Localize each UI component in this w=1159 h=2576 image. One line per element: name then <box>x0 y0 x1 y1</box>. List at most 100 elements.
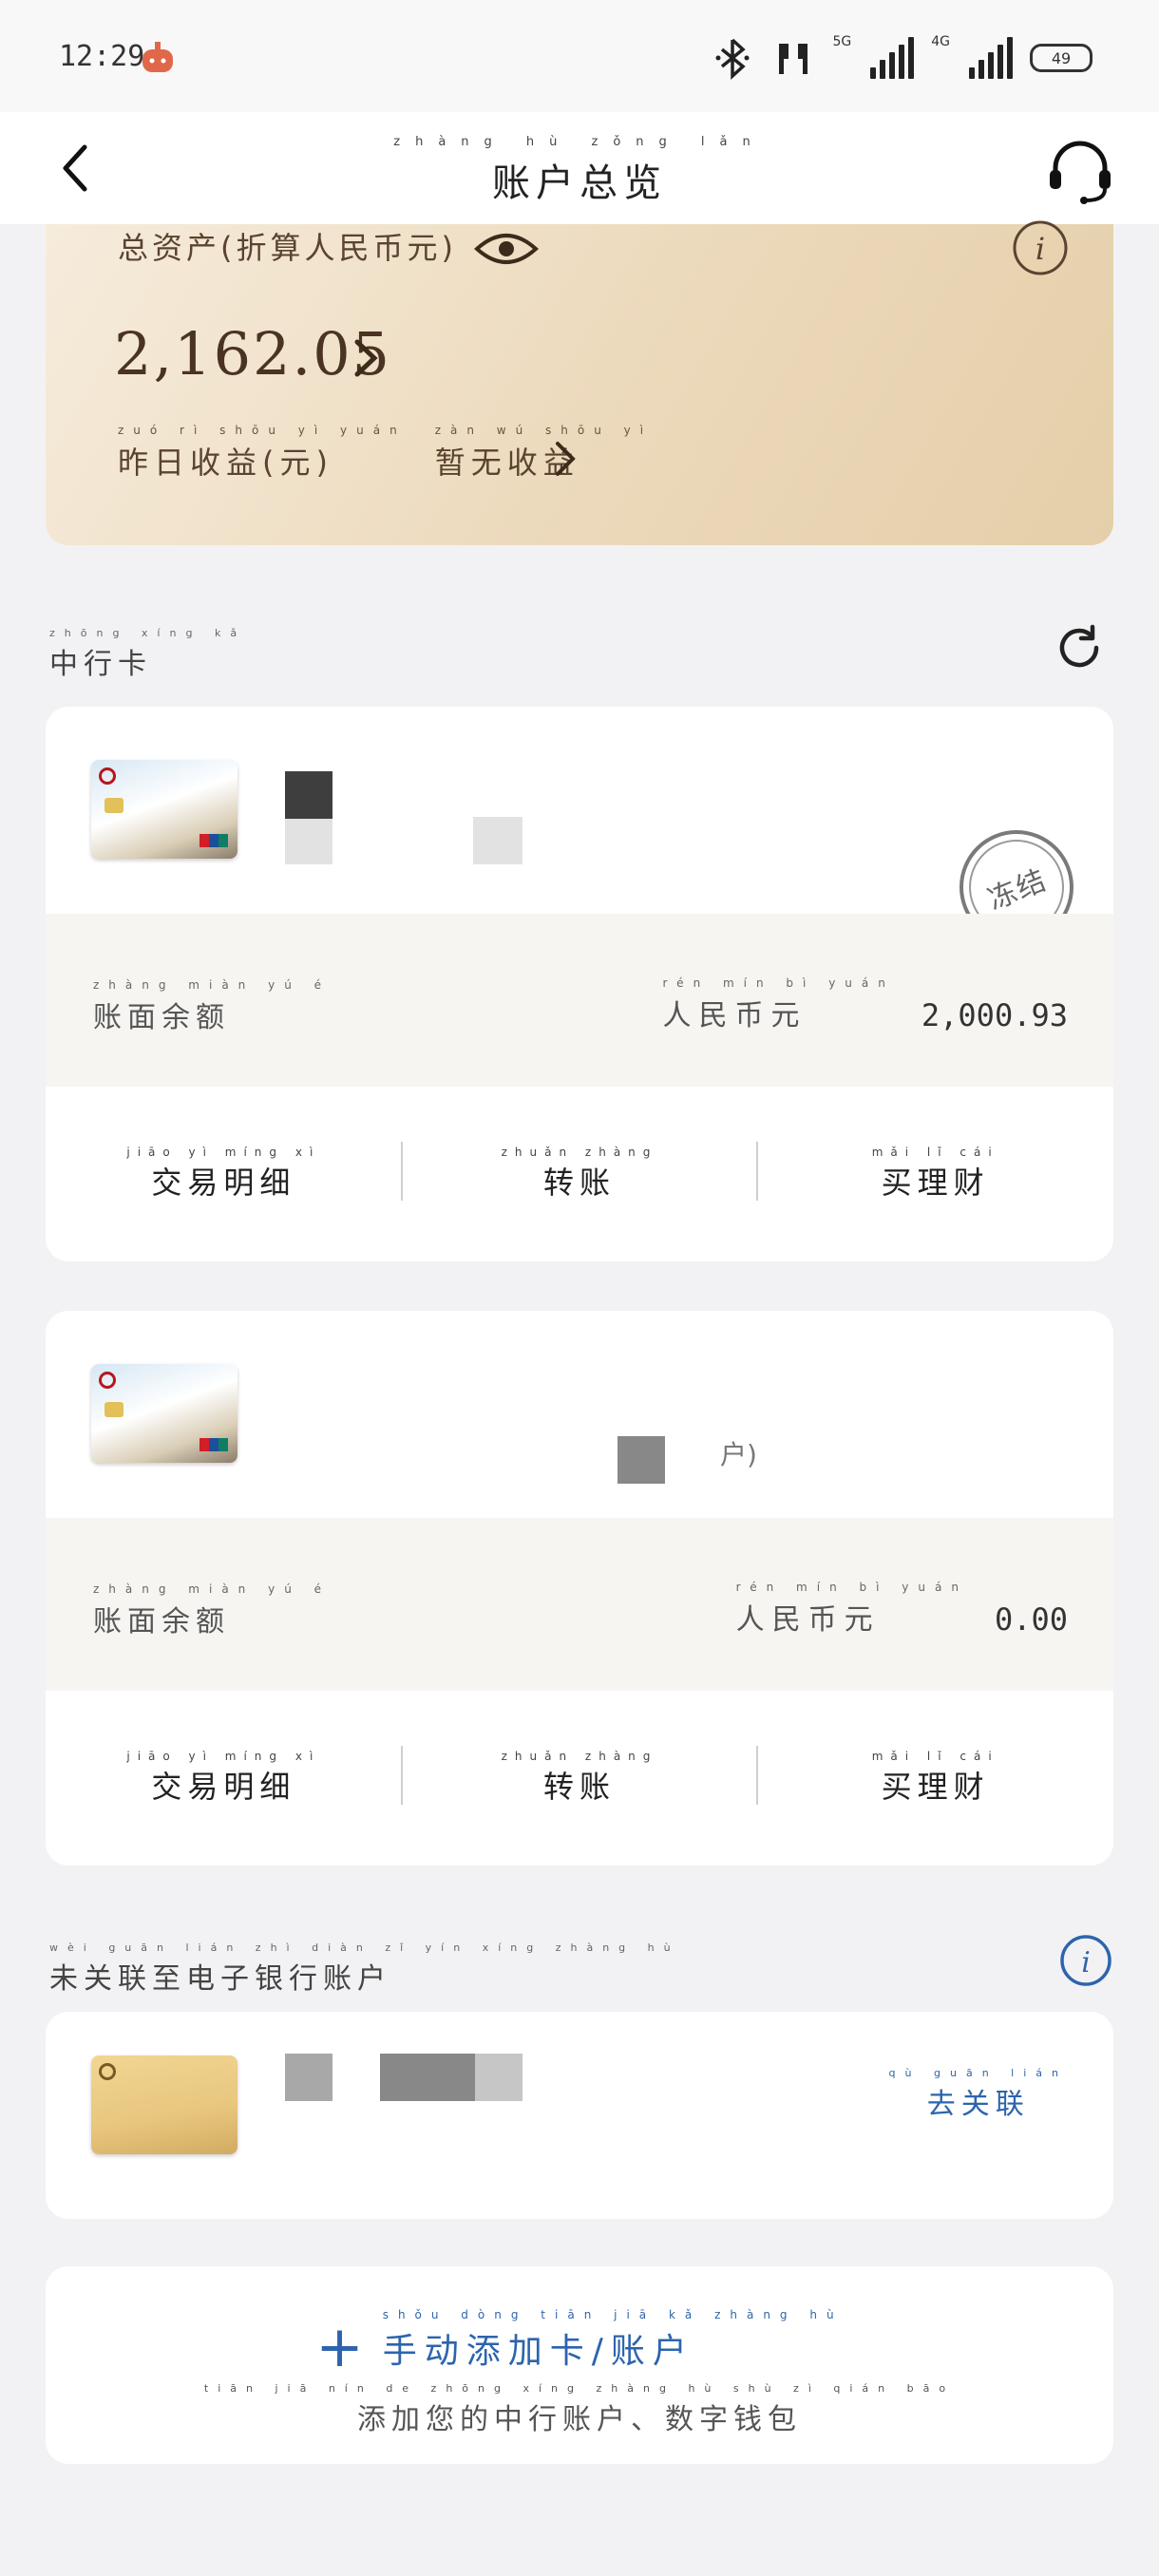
masked-account-info <box>285 2054 332 2101</box>
action-divider <box>756 1746 758 1805</box>
buy-wealth-button[interactable]: mǎi lǐ cái 买理财 <box>757 1087 1113 1261</box>
transaction-details-button[interactable]: jiāo yì míng xì 交易明细 <box>46 1087 402 1261</box>
masked-account-info <box>618 1436 665 1484</box>
eye-visibility-icon[interactable] <box>473 226 540 272</box>
card-chip-icon <box>104 1402 124 1417</box>
manual-add-button[interactable]: + shǒu dòng tiān jiā kǎ zhàng hù 手动添加卡/账… <box>46 2308 1113 2380</box>
chevron-right-icon[interactable] <box>549 438 583 480</box>
balance-label-pinyin: zhàng miàn yú é <box>93 978 331 992</box>
currency-pinyin: rén mín bì yuán <box>735 1581 968 1594</box>
action-label: 转账 <box>543 1769 617 1805</box>
info-icon[interactable]: i <box>1011 218 1070 277</box>
total-assets-label-block: 总资产(折算人民币元) <box>118 224 457 268</box>
unionpay-icon <box>200 1438 228 1451</box>
masked-account-info <box>473 817 522 864</box>
buy-wealth-button[interactable]: mǎi lǐ cái 买理财 <box>757 1691 1113 1866</box>
action-pinyin: zhuǎn zhàng <box>501 1146 658 1159</box>
action-divider <box>756 1142 758 1201</box>
section-unlinked-pinyin: wèi guān lián zhì diàn zǐ yín xíng zhàng… <box>49 1941 680 1954</box>
boc-logo-icon <box>99 1372 116 1389</box>
action-divider <box>401 1746 403 1805</box>
masked-account-info <box>380 2054 475 2101</box>
section-unlinked-title: 未关联至电子银行账户 <box>49 1962 391 1996</box>
balance-label-pinyin: zhàng miàn yú é <box>93 1582 331 1596</box>
bluetooth-icon <box>715 38 750 80</box>
customer-service-button[interactable] <box>1039 129 1121 211</box>
network-type-label-2: 4G <box>931 34 950 49</box>
bank-card-thumbnail <box>91 2055 238 2154</box>
currency-label: 人民币元 <box>662 999 808 1032</box>
masked-account-info <box>475 2054 522 2101</box>
manual-add-card[interactable]: + shǒu dòng tiān jiā kǎ zhàng hù 手动添加卡/账… <box>46 2266 1113 2464</box>
action-label: 买理财 <box>881 1769 990 1805</box>
currency-label: 人民币元 <box>735 1603 881 1637</box>
unionpay-icon <box>200 834 228 847</box>
account-card[interactable]: 户) zhàng miàn yú é 账面余额 rén mín bì yuán … <box>46 1311 1113 1866</box>
page-title-block: zhàng hù zǒng lǎn 账户总览 <box>0 135 1159 207</box>
balance-amount: 0.00 <box>994 1601 1068 1638</box>
frozen-stamp-label: 冻结 <box>983 863 1053 918</box>
action-pinyin: mǎi lǐ cái <box>871 1146 999 1159</box>
status-time: 12:29 <box>59 40 145 73</box>
boc-logo-icon <box>99 2063 116 2080</box>
yesterday-yield-pinyin: zuó rì shōu yì yuán <box>118 424 407 437</box>
signal-strength-icon-2 <box>969 37 1013 79</box>
account-balance-row: zhàng miàn yú é 账面余额 rén mín bì yuán 人民币… <box>46 914 1113 1087</box>
account-card[interactable]: 冻结 zhàng miàn yú é 账面余额 rén mín bì yuán … <box>46 707 1113 1261</box>
section-boc-pinyin: zhōng xíng kǎ <box>49 627 247 639</box>
action-pinyin: jiāo yì míng xì <box>126 1750 321 1763</box>
top-nav-bar: zhàng hù zǒng lǎn 账户总览 <box>0 112 1159 224</box>
page-title-pinyin: zhàng hù zǒng lǎn <box>393 135 766 149</box>
plus-icon: + <box>315 2314 364 2380</box>
manual-add-sub-pinyin: tiān jiā nín de zhōng xíng zhàng hù shù … <box>203 2382 956 2395</box>
total-assets-label: 总资产(折算人民币元) <box>118 230 457 266</box>
battery-icon: 49 <box>1030 44 1092 72</box>
link-label: 去关联 <box>926 2088 1030 2121</box>
bank-card-thumbnail <box>91 1364 238 1463</box>
action-label: 买理财 <box>881 1165 990 1201</box>
account-actions: jiāo yì míng xì 交易明细 zhuǎn zhàng 转账 mǎi … <box>46 1087 1113 1261</box>
manual-add-pinyin: shǒu dòng tiān jiā kǎ zhàng hù <box>382 2308 844 2321</box>
action-pinyin: zhuǎn zhàng <box>501 1750 658 1763</box>
transfer-button[interactable]: zhuǎn zhàng 转账 <box>402 1087 758 1261</box>
svg-text:i: i <box>1081 1946 1091 1979</box>
manual-add-label: 手动添加卡/账户 <box>382 2332 694 2371</box>
manual-add-subtitle: 添加您的中行账户、数字钱包 <box>357 2403 802 2436</box>
masked-account-info <box>285 819 332 864</box>
signal-strength-icon <box>870 37 915 79</box>
action-pinyin: jiāo yì míng xì <box>126 1146 321 1159</box>
status-bar: 12:29 5G 4G 49 <box>0 0 1159 112</box>
section-unlinked-header: wèi guān lián zhì diàn zǐ yín xíng zhàng… <box>49 1941 680 1997</box>
account-balance-row: zhàng miàn yú é 账面余额 rén mín bì yuán 人民币… <box>46 1518 1113 1691</box>
boc-logo-icon <box>99 767 116 785</box>
transaction-details-button[interactable]: jiāo yì míng xì 交易明细 <box>46 1691 402 1866</box>
link-account-button[interactable]: qù guān lián 去关联 <box>889 2067 1068 2122</box>
earbuds-icon <box>779 44 808 74</box>
masked-account-info <box>285 771 332 819</box>
info-icon[interactable]: i <box>1058 1933 1113 1988</box>
action-label: 转账 <box>543 1165 617 1201</box>
bank-card-thumbnail <box>91 760 238 859</box>
account-type-suffix: 户) <box>720 1439 757 1470</box>
manual-add-subtitle-block: tiān jiā nín de zhōng xíng zhàng hù shù … <box>46 2382 1113 2437</box>
svg-text:i: i <box>1036 231 1045 267</box>
account-card-header[interactable]: 冻结 <box>46 707 1113 962</box>
action-divider <box>401 1142 403 1201</box>
transfer-button[interactable]: zhuǎn zhàng 转账 <box>402 1691 758 1866</box>
balance-label: 账面余额 <box>93 1605 230 1638</box>
link-pinyin: qù guān lián <box>888 2067 1068 2079</box>
refresh-icon[interactable] <box>1051 619 1108 676</box>
account-card-header[interactable]: 户) <box>46 1311 1113 1518</box>
balance-label: 账面余额 <box>93 1001 230 1034</box>
yesterday-yield-value-pinyin: zàn wú shōu yì <box>434 424 654 437</box>
headset-icon <box>1050 141 1111 204</box>
unlinked-account-card[interactable]: qù guān lián 去关联 <box>46 2012 1113 2219</box>
page-title: 账户总览 <box>492 161 667 205</box>
total-assets-card[interactable]: 总资产(折算人民币元) i 2,162.05 zuó rì shōu yì yu… <box>46 220 1113 545</box>
battery-level: 49 <box>1051 48 1072 67</box>
app-notification-icon <box>142 42 173 72</box>
section-boc-cards-header: zhōng xíng kǎ 中行卡 <box>49 627 246 682</box>
section-boc-title: 中行卡 <box>49 648 152 681</box>
chevron-right-icon[interactable] <box>348 336 386 380</box>
balance-label-block: zhàng miàn yú é 账面余额 <box>93 978 331 1035</box>
